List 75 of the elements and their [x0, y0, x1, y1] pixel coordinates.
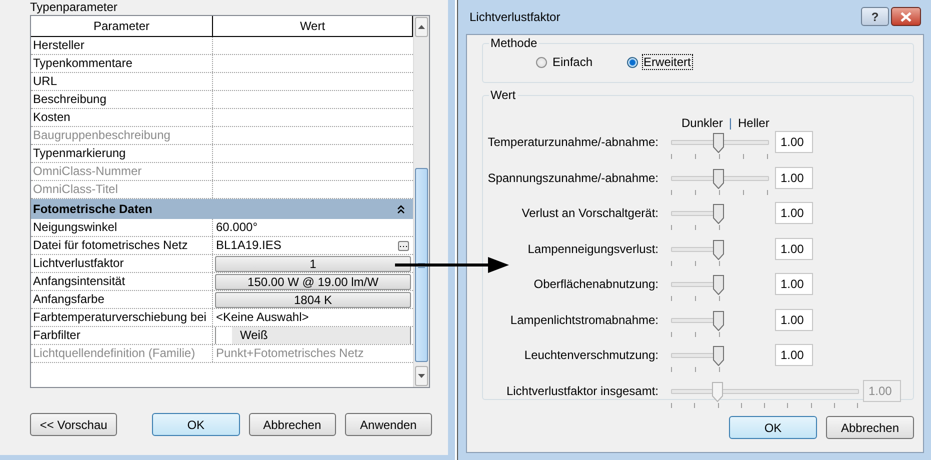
value-button[interactable]: 1	[215, 256, 411, 272]
parameter-name: OmniClass-Nummer	[31, 163, 213, 180]
dialog-button[interactable]: << Vorschau	[30, 413, 118, 436]
collapse-icon[interactable]	[397, 204, 405, 214]
value-button[interactable]: 1804 K	[215, 292, 411, 308]
value-field[interactable]: 1.00	[774, 131, 812, 153]
close-icon[interactable]	[891, 7, 921, 26]
parameter-name: Typenkommentare	[31, 55, 213, 72]
slider-label: Temperaturzunahme/-abnahme:	[486, 135, 660, 149]
slider-label: Lampenlichtstromabnahme:	[509, 312, 660, 326]
parameter-name: Datei für fotometrisches Netz	[31, 237, 213, 254]
parameter-name: Anfangsintensität	[31, 273, 213, 290]
group-header[interactable]: Fotometrische Daten	[31, 199, 413, 219]
help-button[interactable]: ?	[861, 7, 889, 26]
scale-label: Heller	[738, 116, 770, 132]
parameter-name: Farbtemperaturverschiebung bei	[31, 309, 213, 326]
parameter-name: Beschreibung	[31, 91, 213, 108]
dialog-button[interactable]: Anwenden	[344, 413, 432, 436]
scale-separator: |	[728, 116, 732, 132]
slider-label: Lichtverlustfaktor insgesamt:	[505, 384, 660, 398]
slider-thumb[interactable]	[713, 204, 724, 224]
file-value[interactable]: BL1A19.IES	[215, 237, 282, 254]
dialog-button[interactable]: Abbrechen	[826, 416, 914, 439]
value-button[interactable]: 150.00 W @ 19.00 lm/W	[215, 274, 411, 290]
value-field[interactable]: 1.00	[774, 344, 812, 366]
parameter-name: URL	[31, 73, 213, 90]
radio-option[interactable]: Einfach	[536, 54, 595, 70]
slider-thumb[interactable]	[713, 133, 724, 153]
parameter-name: Lichtquellendefinition (Familie)	[31, 345, 213, 362]
parameter-value: <Keine Auswahl>	[215, 309, 309, 326]
parameter-name: Farbfilter	[31, 327, 213, 344]
tick-marks	[670, 296, 720, 301]
dialog-button[interactable]: OK	[152, 413, 240, 436]
slider-label: Verlust an Vorschaltgerät:	[520, 206, 660, 220]
slider-thumb[interactable]	[713, 168, 724, 188]
scale-label: Dunkler	[682, 116, 723, 132]
value-field[interactable]: 1.00	[774, 202, 812, 224]
slider-label: Spannungszunahme/-abnahme:	[486, 170, 660, 184]
slider-label: Oberflächenabnutzung:	[532, 277, 660, 291]
window-title: Lichtverlustfaktor	[470, 10, 560, 24]
value-field[interactable]: 1.00	[774, 238, 812, 260]
scrollbar[interactable]	[413, 16, 429, 387]
slider-thumb[interactable]	[713, 346, 724, 366]
slider-thumb[interactable]	[713, 310, 724, 330]
tick-marks	[670, 332, 720, 336]
scroll-down-icon[interactable]	[415, 366, 428, 386]
slider-label: Leuchtenverschmutzung:	[523, 348, 660, 362]
radio-button[interactable]	[626, 56, 638, 68]
dialog-button[interactable]: OK	[729, 416, 817, 439]
parameter-name: Kosten	[31, 109, 213, 126]
scroll-up-icon[interactable]	[415, 17, 428, 37]
radio-button[interactable]	[536, 56, 546, 68]
slider-label: Lampenneigungsverlust:	[526, 242, 660, 256]
parameter-name: Neigungswinkel	[31, 219, 213, 236]
value-field[interactable]: 1.00	[774, 273, 812, 295]
parameter-value: Punkt+Fotometrisches Netz	[215, 345, 364, 362]
tick-marks	[670, 260, 720, 266]
slider-thumb[interactable]	[713, 275, 724, 295]
value-field[interactable]: 1.00	[774, 308, 812, 330]
browse-icon[interactable]	[398, 241, 409, 251]
parameter-name: Anfangsfarbe	[31, 291, 213, 308]
parameter-name: Hersteller	[31, 37, 213, 54]
section-title: Typenparameter	[30, 0, 118, 15]
parameter-name: Lichtverlustfaktor	[31, 255, 213, 272]
group-title: Methode	[488, 36, 540, 50]
parameter-name: OmniClass-Titel	[31, 181, 213, 198]
tick-marks	[670, 367, 720, 372]
parameter-name: Typenmarkierung	[31, 145, 213, 162]
parameter-name: Baugruppenbeschreibung	[31, 127, 213, 144]
tick-marks	[670, 225, 720, 230]
value-field[interactable]: 1.00	[774, 166, 812, 188]
dialog-button[interactable]: Abbrechen	[248, 413, 336, 436]
group-title: Wert	[488, 88, 518, 102]
slider-thumb[interactable]	[713, 240, 724, 260]
parameter-value: 60.000°	[215, 219, 258, 236]
